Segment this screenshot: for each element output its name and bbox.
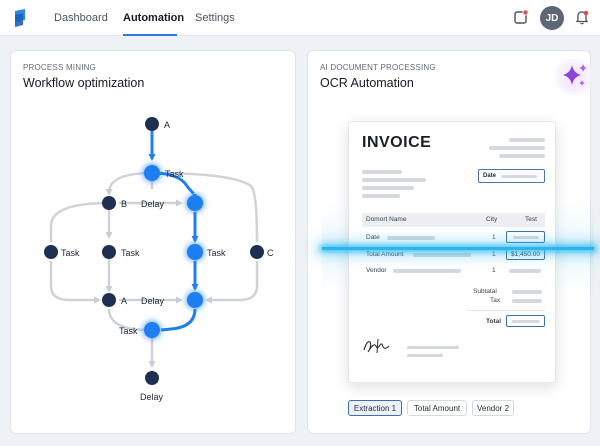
label-a-top: A (164, 120, 170, 130)
node-task-center (102, 245, 116, 259)
label-a-mid: A (121, 296, 127, 306)
redacted-text (362, 194, 400, 198)
node-b (102, 196, 116, 210)
node-delay-mid (187, 195, 203, 211)
column-header: City (486, 216, 498, 223)
table-header: Domort Name City Test (362, 213, 545, 227)
nav-dashboard[interactable]: Dashboard (54, 0, 108, 36)
date-field-highlight: Date (478, 169, 545, 183)
nav-automation[interactable]: Automation (123, 0, 184, 36)
ocr-automation-card: AI DOCUMENT PROCESSING OCR Automation IN… (307, 50, 594, 434)
avatar[interactable]: JD (540, 6, 564, 30)
node-task-right (187, 244, 203, 260)
chip-total-amount[interactable]: Total Amount (407, 400, 467, 416)
column-header: Domort Name (366, 216, 407, 223)
row-qty: 1 (492, 234, 496, 241)
row-label: Date (366, 234, 380, 241)
extracted-value-box (506, 231, 545, 243)
label-task-center: Task (121, 248, 140, 258)
extracted-total-box (506, 315, 545, 327)
date-label: Date (483, 173, 497, 179)
row-label: Total Amount (366, 251, 404, 258)
chip-vendor-2[interactable]: Vendor 2 (472, 400, 514, 416)
card-title: OCR Automation (320, 76, 414, 90)
card-subtitle: AI DOCUMENT PROCESSING (320, 63, 436, 72)
redacted-text (499, 154, 545, 158)
redacted-text (489, 146, 545, 150)
row-qty: 1 (492, 267, 496, 274)
tax-label: Tax (490, 297, 501, 304)
app-logo-icon[interactable] (12, 9, 28, 27)
redacted-text (362, 186, 414, 190)
sparkle-icon (554, 59, 594, 95)
label-task-bottom: Task (119, 326, 138, 336)
node-task-bottom (144, 322, 160, 338)
node-a-mid (102, 293, 116, 307)
label-c: C (267, 248, 274, 258)
workflow-diagram: A Task B Delay Task Task Task C A Delay … (44, 117, 274, 402)
label-delay-bottom: Delay (140, 392, 164, 402)
redacted-text (509, 138, 545, 142)
bell-icon[interactable] (573, 8, 591, 26)
process-mining-card: PROCESS MINING Workflow optimization A T… (10, 50, 296, 434)
node-delay-lower (187, 292, 203, 308)
node-c (250, 245, 264, 259)
node-a-top (145, 117, 159, 131)
label-delay-lower: Delay (141, 296, 165, 306)
label-b: B (121, 199, 127, 209)
ocr-scan-line (322, 247, 594, 250)
node-task-left (44, 245, 58, 259)
redacted-text (362, 170, 402, 174)
redacted-text (362, 178, 426, 182)
node-task-top (144, 165, 160, 181)
nav-settings[interactable]: Settings (195, 0, 235, 36)
active-tab-indicator (123, 34, 177, 36)
row-label: Vendor (366, 267, 387, 274)
label-task-top: Task (165, 169, 184, 179)
column-header: Test (525, 216, 537, 223)
subtotal-label: Subtatal (473, 288, 497, 295)
invoice-title: INVOICE (362, 134, 432, 151)
total-label: Total (486, 318, 502, 325)
label-task-right: Task (207, 248, 226, 258)
top-navigation-bar: Dashboard Automation Settings JD (0, 0, 600, 36)
notification-icon[interactable] (512, 8, 530, 26)
invoice-document: INVOICE Date Domort Name City Test Date … (348, 121, 556, 383)
signature-icon (362, 336, 402, 361)
chip-extraction-1[interactable]: Extraction 1 (348, 400, 402, 416)
node-delay-bottom (145, 371, 159, 385)
label-task-left: Task (61, 248, 80, 258)
label-delay-mid: Delay (141, 199, 165, 209)
row-qty: 1 (492, 251, 496, 258)
